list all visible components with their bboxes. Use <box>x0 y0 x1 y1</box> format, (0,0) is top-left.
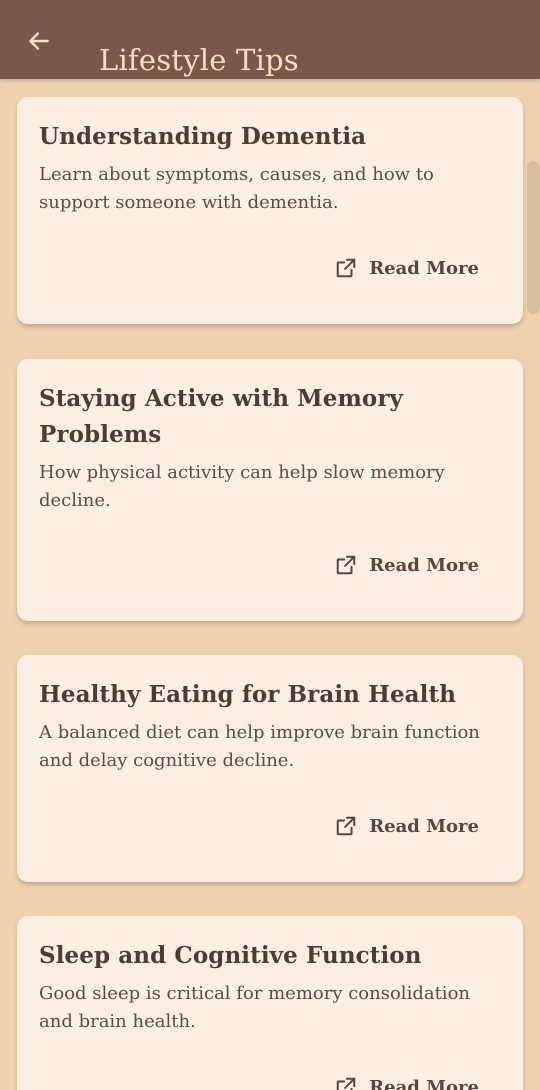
tips-list[interactable]: Understanding Dementia Learn about sympt… <box>0 79 540 1090</box>
read-more-label: Read More <box>369 1076 479 1090</box>
read-more-button[interactable]: Read More <box>335 554 479 576</box>
page-title: Lifestyle Tips <box>99 43 299 78</box>
card-title: Sleep and Cognitive Function <box>39 942 422 969</box>
read-more-button[interactable]: Read More <box>335 257 479 279</box>
card-description: Learn about symptoms, causes, and how to… <box>39 164 434 213</box>
open-in-new-icon <box>335 257 357 279</box>
tip-card[interactable]: Staying Active with Memory Problems How … <box>17 359 523 621</box>
tip-card[interactable]: Understanding Dementia Learn about sympt… <box>17 97 523 324</box>
read-more-button[interactable]: Read More <box>335 815 479 837</box>
open-in-new-icon <box>335 554 357 576</box>
card-title: Staying Active with Memory Problems <box>39 385 404 448</box>
arrow-left-icon <box>29 32 49 50</box>
read-more-button[interactable]: Read More <box>335 1076 479 1090</box>
open-in-new-icon <box>335 1076 357 1090</box>
back-button[interactable] <box>22 24 56 58</box>
card-description: Good sleep is critical for memory consol… <box>39 983 470 1032</box>
read-more-label: Read More <box>369 815 479 837</box>
card-title: Healthy Eating for Brain Health <box>39 681 457 708</box>
card-description: How physical activity can help slow memo… <box>39 462 445 511</box>
card-title: Understanding Dementia <box>39 123 367 150</box>
scrollbar-thumb[interactable] <box>527 161 540 314</box>
tip-card[interactable]: Sleep and Cognitive Function Good sleep … <box>17 916 523 1090</box>
card-description: A balanced diet can help improve brain f… <box>39 722 480 771</box>
tip-card[interactable]: Healthy Eating for Brain Health A balanc… <box>17 655 523 882</box>
app-bar: Lifestyle Tips <box>0 0 540 79</box>
read-more-label: Read More <box>369 554 479 576</box>
open-in-new-icon <box>335 815 357 837</box>
read-more-label: Read More <box>369 257 479 279</box>
